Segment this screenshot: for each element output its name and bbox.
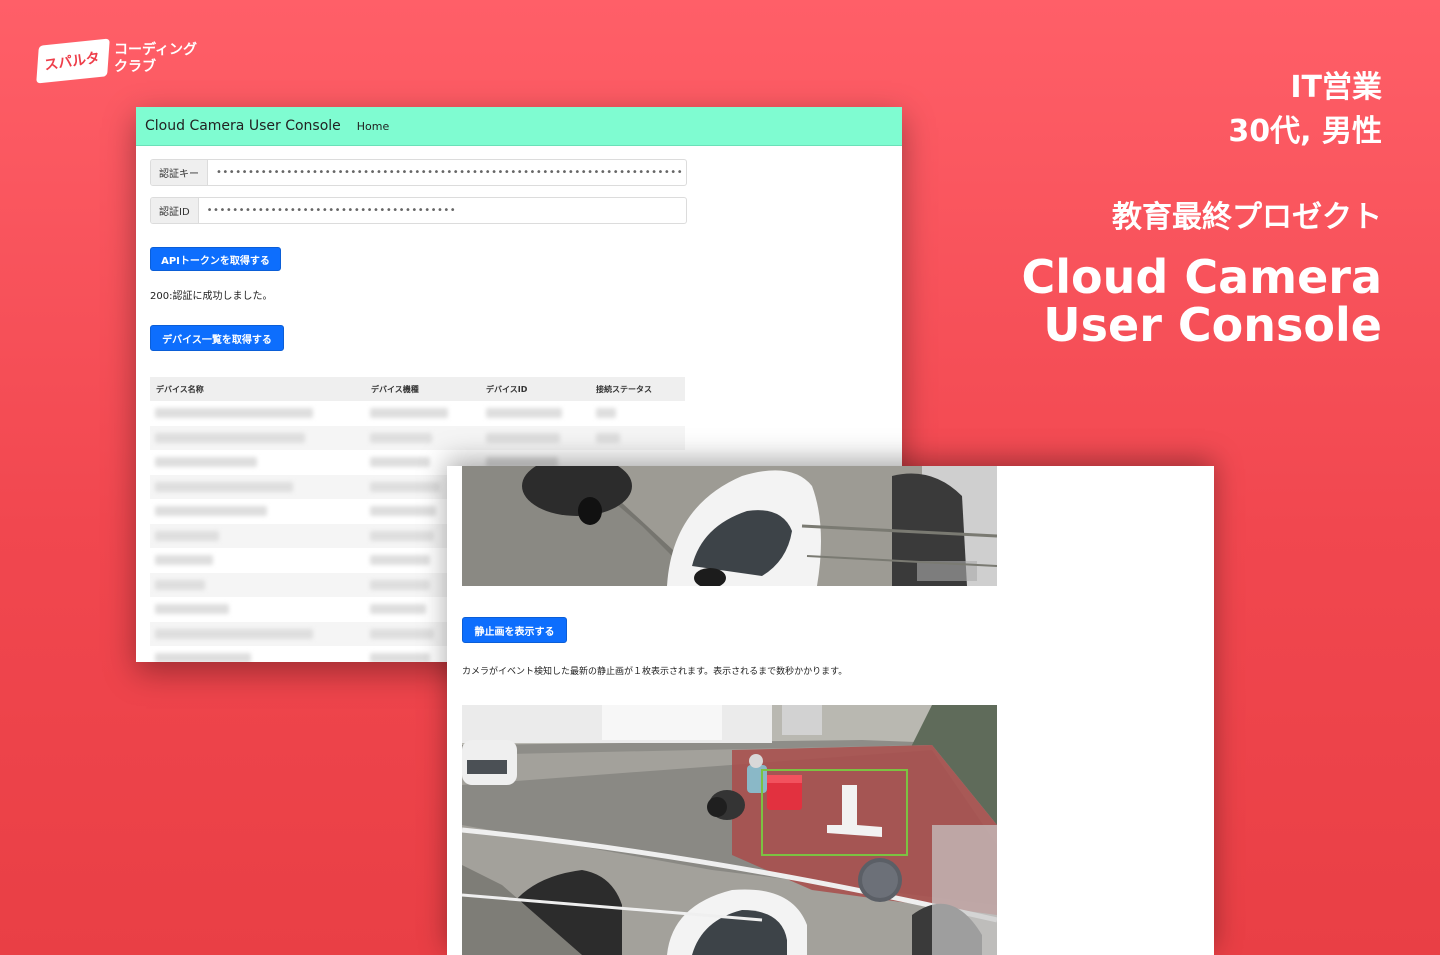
auth-status-message: 200:認証に成功しました。 (150, 291, 273, 302)
device-table-header: デバイス名称 デバイス機種 デバイスID 接続ステータス (150, 377, 685, 401)
table-row (150, 425, 685, 450)
col-device-id: デバイスID (486, 384, 528, 394)
get-api-token-button[interactable]: APIトークンを取得する (150, 247, 281, 271)
nav-home-link[interactable]: Home (357, 120, 389, 133)
auth-key-input[interactable]: ••••••••••••••••••••••••••••••••••••••••… (208, 160, 686, 185)
education-label: 教育最終プロゼクト (1112, 200, 1382, 235)
auth-key-field[interactable]: 認証キー •••••••••••••••••••••••••••••••••••… (150, 159, 687, 186)
camera-still-image-event (462, 705, 997, 955)
project-title: Cloud Camera User Console (1022, 253, 1382, 349)
col-device-name: デバイス名称 (156, 384, 204, 394)
table-row (150, 401, 685, 426)
auth-id-label: 認証ID (151, 198, 199, 223)
still-image-description: カメラがイベント検知した最新の静止画が１枚表示されます。表示されるまで数秒かかり… (462, 667, 848, 677)
logo-subtitle: コーディング クラブ (114, 42, 197, 76)
logo-subtitle-line1: コーディング (114, 42, 198, 58)
project-title-line1: Cloud Camera (1021, 250, 1382, 304)
project-title-line2: User Console (1043, 298, 1382, 352)
camera-still-image-top (462, 466, 997, 586)
auth-id-input[interactable]: ••••••••••••••••••••••••••••••••••••••• (199, 198, 686, 223)
navbar: Cloud Camera User Console Home (136, 107, 902, 146)
col-connection-status: 接続ステータス (596, 384, 652, 394)
col-device-model: デバイス機種 (371, 384, 419, 394)
logo-subtitle-line2: クラブ (114, 59, 156, 75)
profile-job: IT営業 (1290, 70, 1382, 105)
navbar-brand[interactable]: Cloud Camera User Console (145, 118, 341, 134)
viewer-screenshot: 静止画を表示する カメラがイベント検知した最新の静止画が１枚表示されます。表示さ… (447, 466, 1214, 955)
profile-role: IT営業 30代, 男性 (1228, 66, 1382, 154)
show-still-image-button[interactable]: 静止画を表示する (462, 617, 567, 643)
get-device-list-button[interactable]: デバイス一覧を取得する (150, 325, 284, 351)
profile-age-gender: 30代, 男性 (1228, 114, 1382, 149)
auth-id-field[interactable]: 認証ID •••••••••••••••••••••••••••••••••••… (150, 197, 687, 224)
auth-key-label: 認証キー (151, 160, 208, 185)
sparta-logo: スパルタ コーディング クラブ (34, 38, 214, 88)
